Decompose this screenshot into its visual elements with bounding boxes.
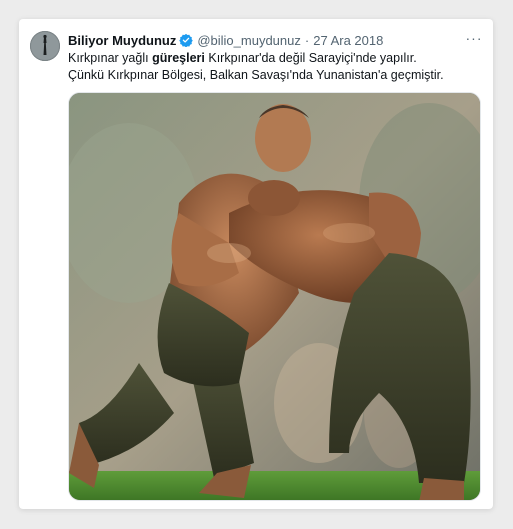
tweet-text: Kırkpınar yağlı güreşleri Kırkpınar'da d… bbox=[68, 50, 481, 84]
tweet-media-image[interactable] bbox=[68, 92, 481, 501]
tweet-text-line-2: Çünkü Kırkpınar Bölgesi, Balkan Savaşı'n… bbox=[68, 68, 444, 82]
tweet-text-part: Kırkpınar'da değil Sarayiçi'nde yapılır. bbox=[204, 51, 417, 65]
tweet-header: Biliyor Muydunuz @bilio_muydunuz · 27 Ar… bbox=[68, 31, 483, 49]
tweet-text-part: Kırkpınar yağlı bbox=[68, 51, 153, 65]
tweet-card: Biliyor Muydunuz @bilio_muydunuz · 27 Ar… bbox=[19, 19, 493, 509]
tweet-date[interactable]: 27 Ara 2018 bbox=[313, 33, 383, 48]
verified-badge-icon bbox=[179, 33, 194, 47]
avatar[interactable] bbox=[30, 31, 60, 61]
user-handle[interactable]: @bilio_muydunuz bbox=[197, 33, 301, 48]
more-options-icon[interactable]: ··· bbox=[465, 29, 483, 47]
separator-dot: · bbox=[304, 32, 310, 48]
tweet-text-line-1: Kırkpınar yağlı güreşleri Kırkpınar'da d… bbox=[68, 50, 481, 67]
display-name[interactable]: Biliyor Muydunuz bbox=[68, 33, 176, 48]
tweet-text-bold: güreşleri bbox=[152, 51, 205, 65]
